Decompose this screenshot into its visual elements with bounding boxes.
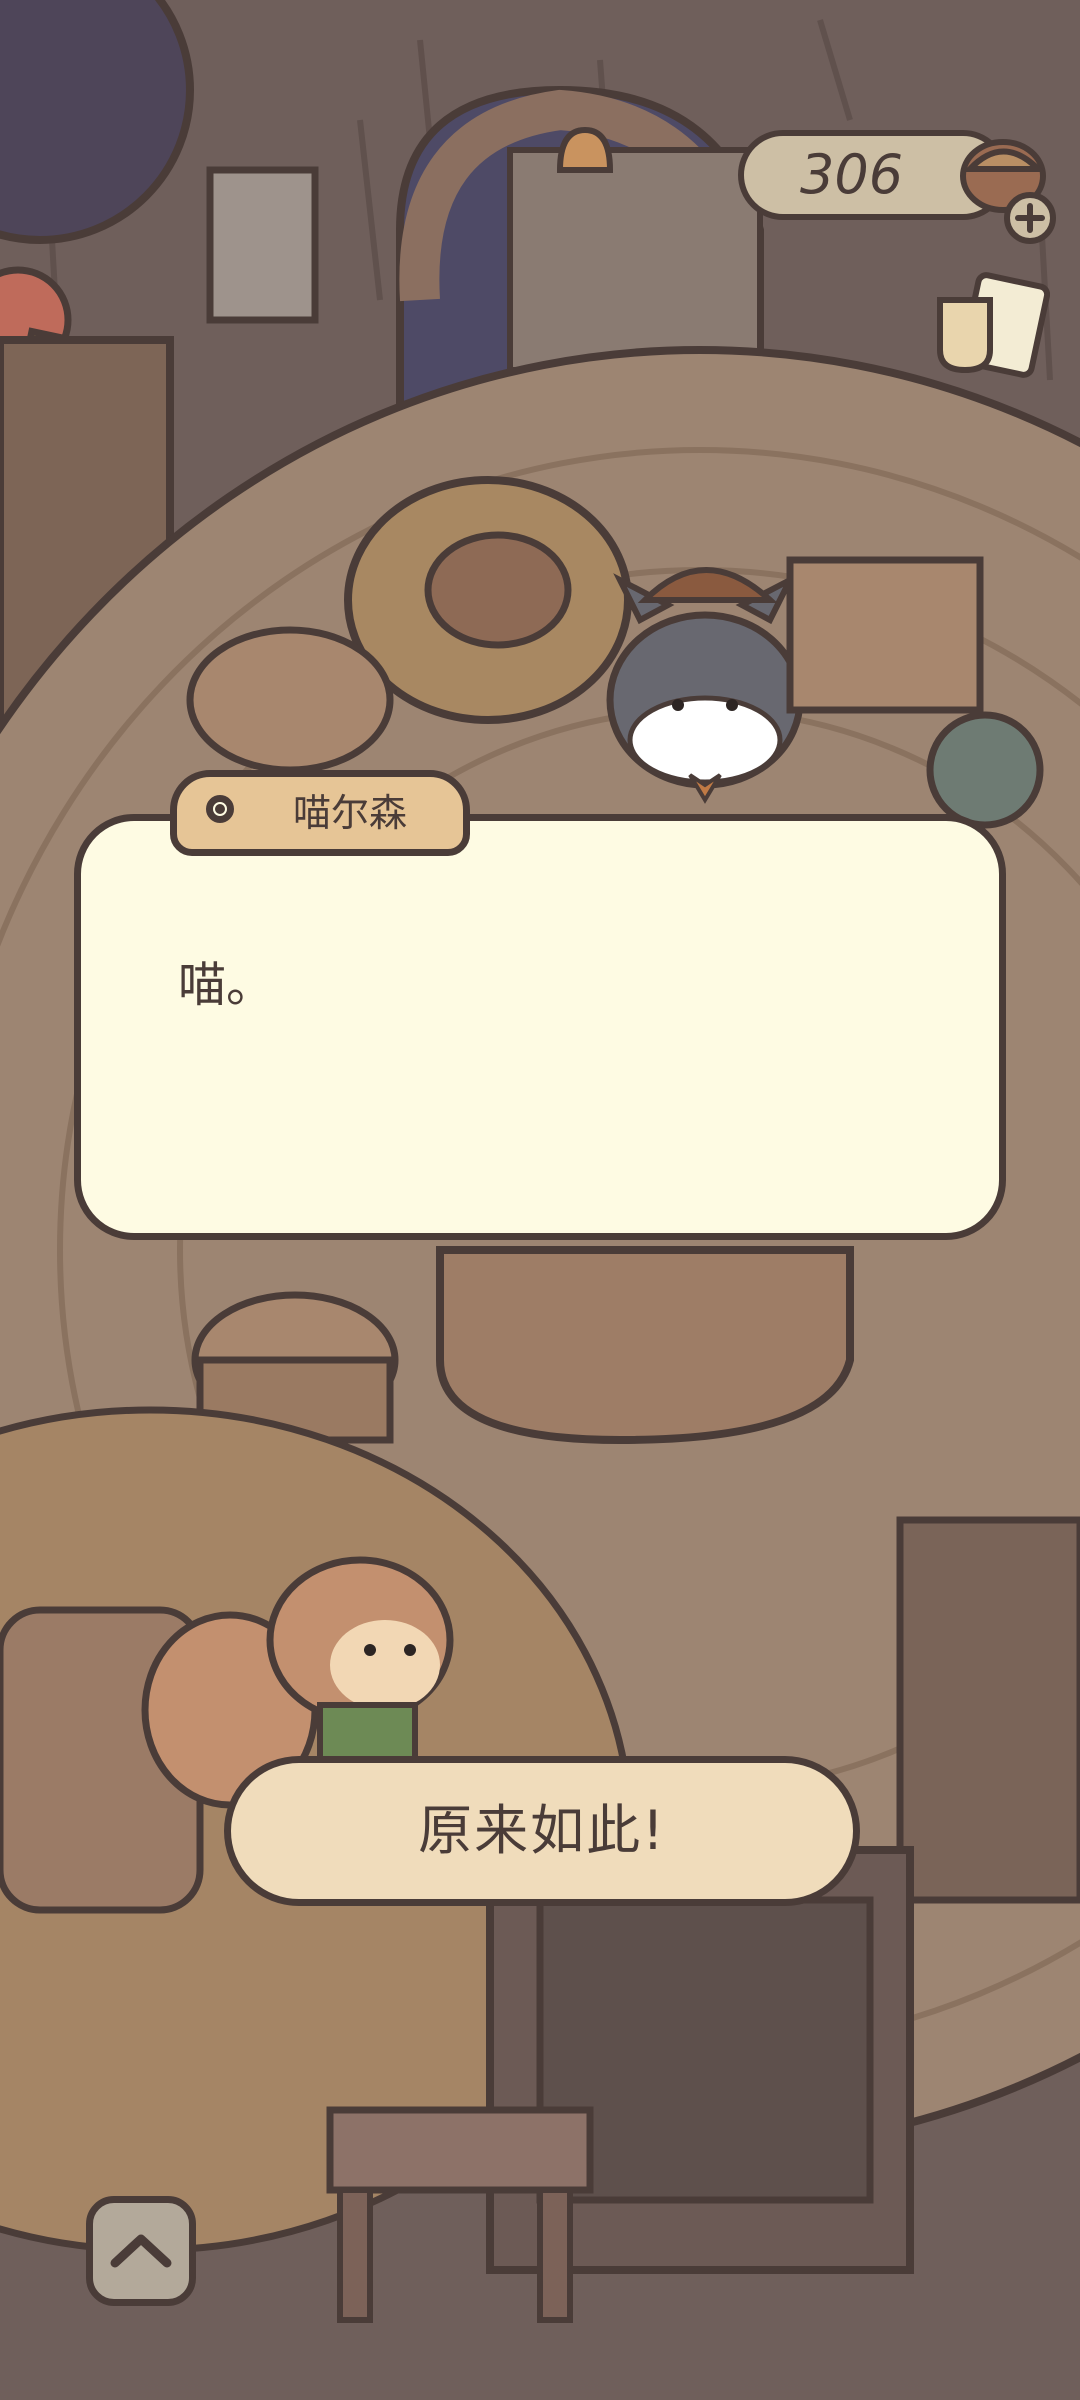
cup-and-ticket-icon[interactable]: [930, 270, 1051, 390]
speaker-name: 喵尔森: [292, 791, 407, 835]
dialog-box[interactable]: [74, 814, 1006, 1240]
chevron-up-icon: [110, 2234, 172, 2268]
reply-option-label[interactable]: 原来如此!: [224, 1756, 860, 1906]
coin-count: 306: [800, 143, 904, 206]
plus-icon[interactable]: [1002, 190, 1058, 246]
collapse-button[interactable]: [86, 2196, 196, 2306]
dialog-text: 喵。: [178, 957, 275, 1013]
speaker-dot-center: [215, 804, 225, 814]
